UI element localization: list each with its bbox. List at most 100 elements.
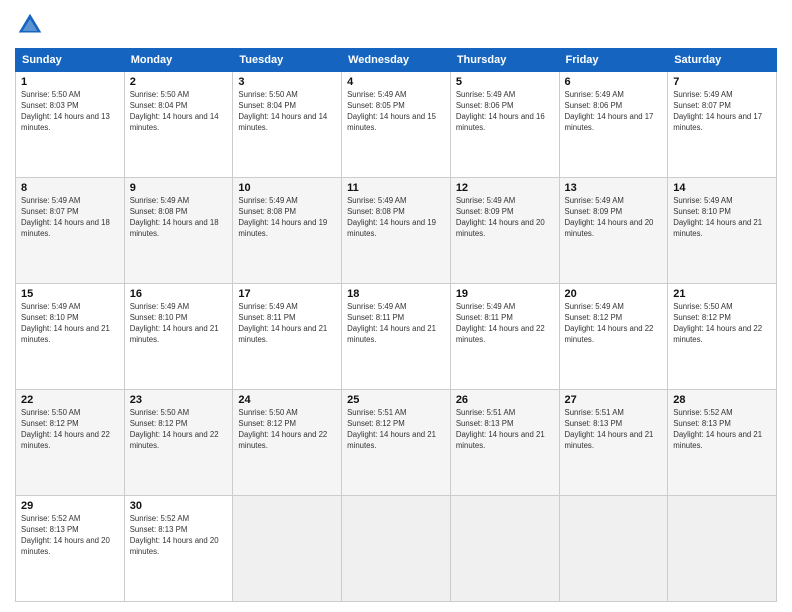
day-info: Sunrise: 5:49 AMSunset: 8:11 PMDaylight:…	[347, 302, 445, 346]
calendar-day: 18 Sunrise: 5:49 AMSunset: 8:11 PMDayligh…	[342, 284, 451, 390]
day-info: Sunrise: 5:52 AMSunset: 8:13 PMDaylight:…	[21, 514, 119, 558]
page: SundayMondayTuesdayWednesdayThursdayFrid…	[0, 0, 792, 612]
calendar-day: 30Sunrise: 5:52 AMSunset: 8:13 PMDayligh…	[124, 496, 233, 602]
day-info: Sunrise: 5:49 AMSunset: 8:06 PMDaylight:…	[565, 90, 663, 134]
day-number: 13	[565, 182, 663, 194]
calendar-day	[450, 496, 559, 602]
day-number: 29	[21, 500, 119, 512]
day-info: Sunrise: 5:50 AMSunset: 8:12 PMDaylight:…	[673, 302, 771, 346]
day-info: Sunrise: 5:50 AMSunset: 8:04 PMDaylight:…	[238, 90, 336, 134]
header	[15, 10, 777, 40]
calendar-day: 9 Sunrise: 5:49 AMSunset: 8:08 PMDaylight…	[124, 178, 233, 284]
calendar-day: 12 Sunrise: 5:49 AMSunset: 8:09 PMDayligh…	[450, 178, 559, 284]
calendar-day: 14 Sunrise: 5:49 AMSunset: 8:10 PMDayligh…	[668, 178, 777, 284]
day-number: 20	[565, 288, 663, 300]
day-number: 6	[565, 76, 663, 88]
calendar-day: 23 Sunrise: 5:50 AMSunset: 8:12 PMDayligh…	[124, 390, 233, 496]
day-number: 19	[456, 288, 554, 300]
calendar-day: 20 Sunrise: 5:49 AMSunset: 8:12 PMDayligh…	[559, 284, 668, 390]
day-number: 21	[673, 288, 771, 300]
day-info: Sunrise: 5:49 AMSunset: 8:09 PMDaylight:…	[565, 196, 663, 240]
day-info: Sunrise: 5:49 AMSunset: 8:09 PMDaylight:…	[456, 196, 554, 240]
day-number: 23	[130, 394, 228, 406]
day-info: Sunrise: 5:49 AMSunset: 8:07 PMDaylight:…	[673, 90, 771, 134]
calendar-day: 17 Sunrise: 5:49 AMSunset: 8:11 PMDayligh…	[233, 284, 342, 390]
day-number: 24	[238, 394, 336, 406]
day-info: Sunrise: 5:50 AMSunset: 8:12 PMDaylight:…	[238, 408, 336, 452]
calendar-day: 6 Sunrise: 5:49 AMSunset: 8:06 PMDaylight…	[559, 72, 668, 178]
day-info: Sunrise: 5:49 AMSunset: 8:08 PMDaylight:…	[347, 196, 445, 240]
day-info: Sunrise: 5:49 AMSunset: 8:10 PMDaylight:…	[673, 196, 771, 240]
day-number: 5	[456, 76, 554, 88]
day-info: Sunrise: 5:49 AMSunset: 8:06 PMDaylight:…	[456, 90, 554, 134]
day-number: 25	[347, 394, 445, 406]
day-number: 28	[673, 394, 771, 406]
calendar-week: 29 Sunrise: 5:52 AMSunset: 8:13 PMDayligh…	[16, 496, 777, 602]
day-number: 9	[130, 182, 228, 194]
calendar-day: 24 Sunrise: 5:50 AMSunset: 8:12 PMDayligh…	[233, 390, 342, 496]
day-number: 2	[130, 76, 228, 88]
day-info: Sunrise: 5:49 AMSunset: 8:10 PMDaylight:…	[21, 302, 119, 346]
calendar-day: 22Sunrise: 5:50 AMSunset: 8:12 PMDayligh…	[16, 390, 125, 496]
calendar-day: 27 Sunrise: 5:51 AMSunset: 8:13 PMDayligh…	[559, 390, 668, 496]
calendar-day: 5 Sunrise: 5:49 AMSunset: 8:06 PMDaylight…	[450, 72, 559, 178]
day-info: Sunrise: 5:51 AMSunset: 8:12 PMDaylight:…	[347, 408, 445, 452]
calendar-day: 13 Sunrise: 5:49 AMSunset: 8:09 PMDayligh…	[559, 178, 668, 284]
calendar-day	[668, 496, 777, 602]
day-info: Sunrise: 5:49 AMSunset: 8:11 PMDaylight:…	[238, 302, 336, 346]
calendar-day: 8 Sunrise: 5:49 AMSunset: 8:07 PMDaylight…	[16, 178, 125, 284]
calendar-day: 28Sunrise: 5:52 AMSunset: 8:13 PMDayligh…	[668, 390, 777, 496]
day-number: 14	[673, 182, 771, 194]
calendar-week: 1 Sunrise: 5:50 AMSunset: 8:03 PMDaylight…	[16, 72, 777, 178]
day-info: Sunrise: 5:51 AMSunset: 8:13 PMDaylight:…	[565, 408, 663, 452]
calendar-day: 29 Sunrise: 5:52 AMSunset: 8:13 PMDayligh…	[16, 496, 125, 602]
calendar-day: 25 Sunrise: 5:51 AMSunset: 8:12 PMDayligh…	[342, 390, 451, 496]
day-info: Sunrise: 5:49 AMSunset: 8:07 PMDaylight:…	[21, 196, 119, 240]
dow-header: Wednesday	[342, 49, 451, 72]
calendar-week: 22 Sunrise: 5:50 AMSunset: 8:12 PMDayligh…	[16, 390, 777, 496]
day-number: 17	[238, 288, 336, 300]
calendar-day: 7 Sunrise: 5:49 AMSunset: 8:07 PMDaylight…	[668, 72, 777, 178]
dow-header: Monday	[124, 49, 233, 72]
logo-icon	[15, 10, 45, 40]
day-number: 1	[21, 76, 119, 88]
logo	[15, 10, 49, 40]
day-info: Sunrise: 5:49 AMSunset: 8:10 PMDaylight:…	[130, 302, 228, 346]
day-number: 26	[456, 394, 554, 406]
dow-header: Thursday	[450, 49, 559, 72]
calendar-day	[559, 496, 668, 602]
calendar-body: 1 Sunrise: 5:50 AMSunset: 8:03 PMDaylight…	[16, 72, 777, 602]
calendar-day: 3Sunrise: 5:50 AMSunset: 8:04 PMDaylight…	[233, 72, 342, 178]
day-number: 8	[21, 182, 119, 194]
day-info: Sunrise: 5:49 AMSunset: 8:05 PMDaylight:…	[347, 90, 445, 134]
day-number: 11	[347, 182, 445, 194]
calendar-day	[342, 496, 451, 602]
day-info: Sunrise: 5:50 AMSunset: 8:03 PMDaylight:…	[21, 90, 119, 134]
calendar-day: 15 Sunrise: 5:49 AMSunset: 8:10 PMDayligh…	[16, 284, 125, 390]
calendar-day: 19 Sunrise: 5:49 AMSunset: 8:11 PMDayligh…	[450, 284, 559, 390]
calendar-week: 8 Sunrise: 5:49 AMSunset: 8:07 PMDaylight…	[16, 178, 777, 284]
calendar: SundayMondayTuesdayWednesdayThursdayFrid…	[15, 48, 777, 602]
day-number: 12	[456, 182, 554, 194]
day-info: Sunrise: 5:49 AMSunset: 8:12 PMDaylight:…	[565, 302, 663, 346]
dow-header: Saturday	[668, 49, 777, 72]
calendar-day: 1 Sunrise: 5:50 AMSunset: 8:03 PMDaylight…	[16, 72, 125, 178]
day-number: 22	[21, 394, 119, 406]
day-info: Sunrise: 5:50 AMSunset: 8:04 PMDaylight:…	[130, 90, 228, 134]
day-number: 18	[347, 288, 445, 300]
calendar-day	[233, 496, 342, 602]
day-info: Sunrise: 5:49 AMSunset: 8:11 PMDaylight:…	[456, 302, 554, 346]
day-info: Sunrise: 5:52 AMSunset: 8:13 PMDaylight:…	[130, 514, 228, 558]
day-number: 7	[673, 76, 771, 88]
calendar-day: 10Sunrise: 5:49 AMSunset: 8:08 PMDayligh…	[233, 178, 342, 284]
calendar-day: 4Sunrise: 5:49 AMSunset: 8:05 PMDaylight…	[342, 72, 451, 178]
calendar-day: 26Sunrise: 5:51 AMSunset: 8:13 PMDayligh…	[450, 390, 559, 496]
calendar-week: 15 Sunrise: 5:49 AMSunset: 8:10 PMDayligh…	[16, 284, 777, 390]
days-of-week-row: SundayMondayTuesdayWednesdayThursdayFrid…	[16, 49, 777, 72]
day-info: Sunrise: 5:49 AMSunset: 8:08 PMDaylight:…	[130, 196, 228, 240]
day-number: 27	[565, 394, 663, 406]
day-info: Sunrise: 5:50 AMSunset: 8:12 PMDaylight:…	[130, 408, 228, 452]
calendar-day: 16Sunrise: 5:49 AMSunset: 8:10 PMDayligh…	[124, 284, 233, 390]
dow-header: Friday	[559, 49, 668, 72]
day-number: 15	[21, 288, 119, 300]
